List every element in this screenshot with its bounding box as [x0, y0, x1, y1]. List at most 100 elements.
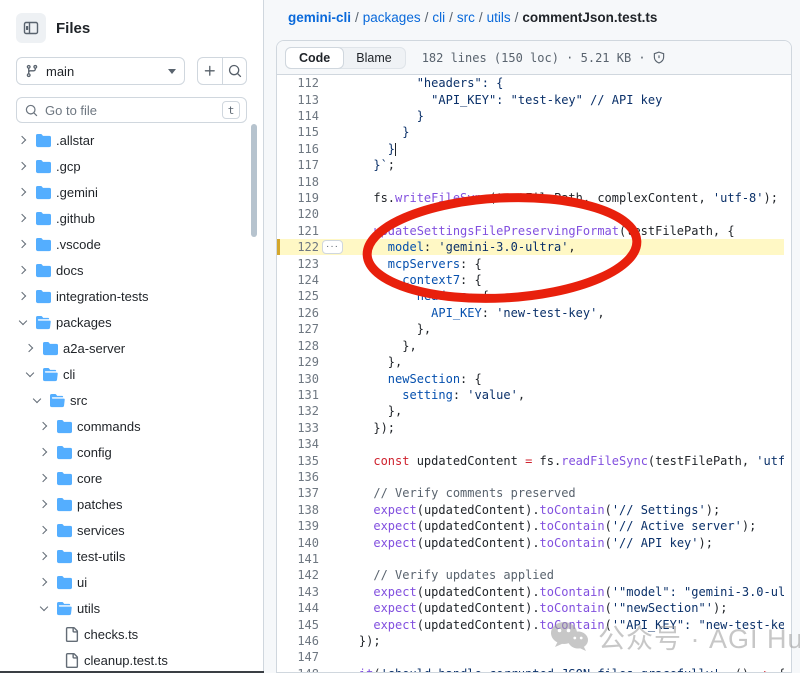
line-number[interactable]: 113: [277, 93, 319, 107]
code-text: model: 'gemini-3.0-ultra',: [319, 240, 576, 254]
chevron-right-icon: [14, 132, 31, 148]
code-text: },: [319, 355, 402, 369]
go-to-file-input[interactable]: Go to file t: [16, 97, 247, 123]
new-file-button[interactable]: [198, 58, 222, 84]
tree-item-.github[interactable]: .github: [0, 205, 263, 231]
line-number[interactable]: 142: [277, 568, 319, 582]
tree-item-cleanup.test.ts[interactable]: cleanup.test.ts: [0, 647, 263, 673]
line-number[interactable]: 143: [277, 585, 319, 599]
code-scroll-track[interactable]: [784, 116, 791, 672]
line-number[interactable]: 141: [277, 552, 319, 566]
tab-blame[interactable]: Blame: [343, 48, 404, 68]
tree-item-label: docs: [56, 263, 83, 278]
line-number[interactable]: 124: [277, 273, 319, 287]
line-number[interactable]: 114: [277, 109, 319, 123]
line-number[interactable]: 122: [277, 240, 319, 254]
tree-item-label: patches: [77, 497, 123, 512]
tree-item-label: integration-tests: [56, 289, 149, 304]
line-number[interactable]: 140: [277, 536, 319, 550]
line-number[interactable]: 130: [277, 372, 319, 386]
line-number[interactable]: 134: [277, 437, 319, 451]
chevron-right-icon: [35, 548, 52, 564]
line-number[interactable]: 147: [277, 650, 319, 664]
breadcrumb-link-utils[interactable]: utils: [487, 10, 511, 25]
code-line-128: 128 },: [277, 338, 791, 354]
tree-item-docs[interactable]: docs: [0, 257, 263, 283]
line-number[interactable]: 132: [277, 404, 319, 418]
line-number[interactable]: 126: [277, 306, 319, 320]
line-number[interactable]: 148: [277, 667, 319, 673]
line-number[interactable]: 127: [277, 322, 319, 336]
code-text: headers: {: [319, 289, 489, 303]
line-number[interactable]: 139: [277, 519, 319, 533]
line-number[interactable]: 121: [277, 224, 319, 238]
line-number[interactable]: 129: [277, 355, 319, 369]
sidebar-scrollbar-thumb[interactable]: [251, 124, 257, 237]
search-tree-button[interactable]: [222, 58, 246, 84]
tree-item-a2a-server[interactable]: a2a-server: [0, 335, 263, 361]
tree-item-services[interactable]: services: [0, 517, 263, 543]
tree-item-label: ui: [77, 575, 87, 590]
code-line-116: 116 }: [277, 141, 791, 157]
line-number[interactable]: 144: [277, 601, 319, 615]
folder-icon: [56, 496, 73, 512]
tree-item-integration-tests[interactable]: integration-tests: [0, 283, 263, 309]
tree-item-test-utils[interactable]: test-utils: [0, 543, 263, 569]
code-line-118: 118: [277, 173, 791, 189]
tree-item-checks.ts[interactable]: checks.ts: [0, 621, 263, 647]
tree-item-ui[interactable]: ui: [0, 569, 263, 595]
line-number[interactable]: 115: [277, 125, 319, 139]
code-line-126: 126 API_KEY: 'new-test-key',: [277, 305, 791, 321]
line-number[interactable]: 145: [277, 618, 319, 632]
chevron-right-icon: [35, 470, 52, 486]
collapse-sidebar-button[interactable]: [16, 13, 46, 43]
line-number[interactable]: 112: [277, 76, 319, 90]
line-number[interactable]: 125: [277, 289, 319, 303]
line-number[interactable]: 133: [277, 421, 319, 435]
line-number[interactable]: 116: [277, 142, 319, 156]
chevron-right-icon: [14, 288, 31, 304]
folder-icon: [35, 184, 52, 200]
line-number[interactable]: 146: [277, 634, 319, 648]
tree-item-.allstar[interactable]: .allstar: [0, 127, 263, 153]
tree-item-config[interactable]: config: [0, 439, 263, 465]
tree-item-commands[interactable]: commands: [0, 413, 263, 439]
code-line-144: 144 expect(updatedContent).toContain('"n…: [277, 600, 791, 616]
line-number[interactable]: 135: [277, 454, 319, 468]
code-line-143: 143 expect(updatedContent).toContain('"m…: [277, 584, 791, 600]
line-number[interactable]: 137: [277, 486, 319, 500]
folder-icon: [35, 236, 52, 252]
tree-item-.gcp[interactable]: .gcp: [0, 153, 263, 179]
breadcrumb-link-gemini-cli[interactable]: gemini-cli: [288, 10, 351, 25]
tree-item-patches[interactable]: patches: [0, 491, 263, 517]
line-number[interactable]: 119: [277, 191, 319, 205]
chevron-right-icon: [14, 158, 31, 174]
line-number[interactable]: 123: [277, 257, 319, 271]
line-number[interactable]: 131: [277, 388, 319, 402]
tree-item-.vscode[interactable]: .vscode: [0, 231, 263, 257]
tree-item-packages[interactable]: packages: [0, 309, 263, 335]
git-branch-icon: [25, 64, 39, 78]
breadcrumb-link-packages[interactable]: packages: [363, 10, 421, 25]
breadcrumb-link-src[interactable]: src: [457, 10, 475, 25]
line-number[interactable]: 136: [277, 470, 319, 484]
line-number[interactable]: 118: [277, 175, 319, 189]
tree-item-cli[interactable]: cli: [0, 361, 263, 387]
tree-item-src[interactable]: src: [0, 387, 263, 413]
tree-item-core[interactable]: core: [0, 465, 263, 491]
line-number[interactable]: 128: [277, 339, 319, 353]
line-number[interactable]: 138: [277, 503, 319, 517]
code-line-117: 117 }`;: [277, 157, 791, 173]
tree-item-utils[interactable]: utils: [0, 595, 263, 621]
code-text: });: [319, 421, 395, 435]
branch-selector[interactable]: main: [16, 57, 185, 85]
line-number[interactable]: 117: [277, 158, 319, 172]
code-line-121: 121 updateSettingsFilePreservingFormat(t…: [277, 223, 791, 239]
tree-item-.gemini[interactable]: .gemini: [0, 179, 263, 205]
line-menu-button[interactable]: ···: [322, 240, 343, 254]
breadcrumb-link-cli[interactable]: cli: [432, 10, 445, 25]
code-line-131: 131 setting: 'value',: [277, 387, 791, 403]
folder-open-icon: [49, 392, 66, 408]
line-number[interactable]: 120: [277, 207, 319, 221]
tab-code[interactable]: Code: [285, 47, 344, 69]
